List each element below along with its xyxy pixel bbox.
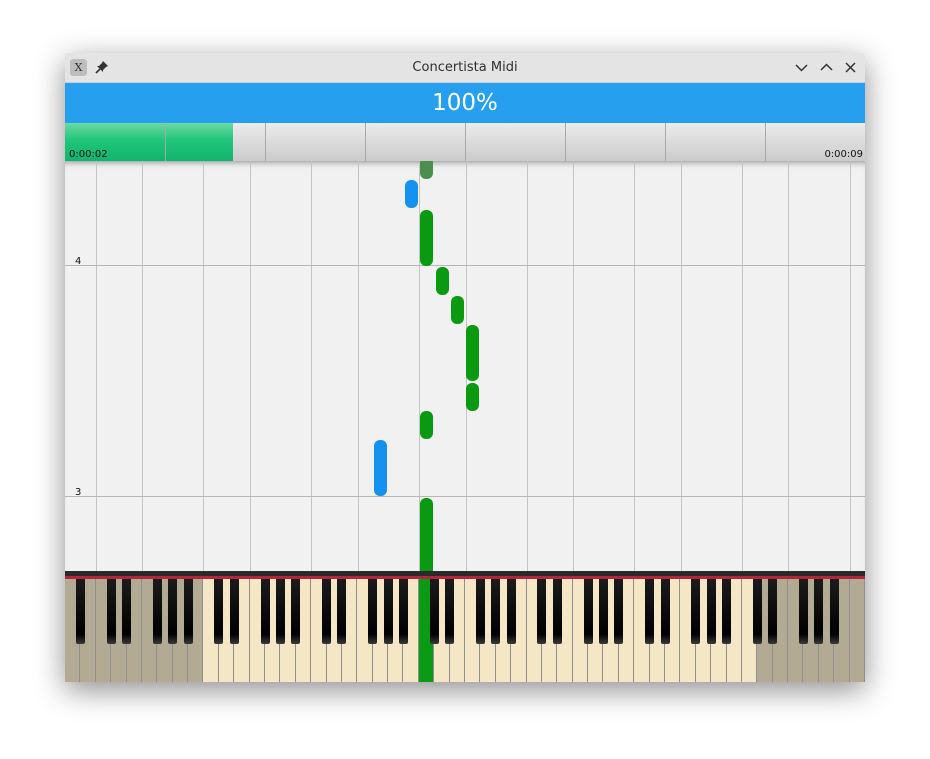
measure-line	[65, 496, 865, 497]
black-key[interactable]	[660, 579, 670, 644]
black-key[interactable]	[214, 579, 224, 644]
black-key[interactable]	[229, 579, 239, 644]
black-key[interactable]	[75, 579, 85, 644]
black-key[interactable]	[537, 579, 547, 644]
black-key[interactable]	[275, 579, 285, 644]
black-key[interactable]	[768, 579, 778, 644]
app-icon[interactable]: X	[70, 59, 87, 76]
roll-gridline	[203, 161, 204, 571]
black-key[interactable]	[260, 579, 270, 644]
black-key[interactable]	[368, 579, 378, 644]
roll-gridline	[850, 161, 851, 571]
roll-gridline	[527, 161, 528, 571]
piano-roll: 4 3	[65, 161, 865, 571]
black-key[interactable]	[445, 579, 455, 644]
black-key[interactable]	[429, 579, 439, 644]
roll-gridline	[742, 161, 743, 571]
black-key[interactable]	[106, 579, 116, 644]
progress-timeline[interactable]: 0:00:02 0:00:09	[65, 123, 865, 161]
timeline-tick	[665, 123, 666, 161]
app-window: Concertista Midi X 100% 0:00:02 0:00:09	[65, 53, 865, 682]
window-title: Concertista Midi	[412, 60, 518, 75]
measure-line	[65, 265, 865, 266]
note-right-hand	[420, 411, 433, 439]
note-right-hand	[420, 161, 433, 179]
close-icon[interactable]	[843, 60, 858, 75]
speed-indicator[interactable]: 100%	[65, 83, 865, 123]
black-key[interactable]	[475, 579, 485, 644]
black-key[interactable]	[798, 579, 808, 644]
roll-gridline	[788, 161, 789, 571]
note-left-hand	[374, 440, 387, 496]
timeline-tick	[165, 123, 166, 161]
note-right-hand	[451, 296, 464, 324]
total-time: 0:00:09	[824, 149, 863, 160]
roll-gridline	[681, 161, 682, 571]
black-key[interactable]	[183, 579, 193, 644]
black-key[interactable]	[614, 579, 624, 644]
black-key[interactable]	[168, 579, 178, 644]
pin-icon[interactable]	[95, 60, 109, 74]
note-right-hand	[436, 267, 449, 295]
title-bar: Concertista Midi X	[65, 53, 865, 83]
measure-label: 4	[75, 256, 82, 267]
black-key[interactable]	[337, 579, 347, 644]
note-right-hand	[466, 383, 479, 411]
black-key[interactable]	[152, 579, 162, 644]
black-key[interactable]	[814, 579, 824, 644]
roll-gridline	[573, 161, 574, 571]
timeline-tick	[365, 123, 366, 161]
black-key[interactable]	[752, 579, 762, 644]
black-key[interactable]	[506, 579, 516, 644]
black-key[interactable]	[322, 579, 332, 644]
timeline-tick	[565, 123, 566, 161]
measure-label: 3	[75, 487, 82, 498]
note-right-hand	[466, 325, 479, 381]
black-key[interactable]	[552, 579, 562, 644]
roll-gridline	[634, 161, 635, 571]
elapsed-time: 0:00:02	[69, 149, 108, 160]
timeline-tick	[265, 123, 266, 161]
black-key[interactable]	[598, 579, 608, 644]
note-right-hand	[420, 210, 433, 266]
black-key[interactable]	[691, 579, 701, 644]
note-right-hand	[420, 498, 433, 571]
black-key[interactable]	[645, 579, 655, 644]
minimize-icon[interactable]	[794, 60, 809, 75]
roll-gridline	[358, 161, 359, 571]
timeline-tick	[765, 123, 766, 161]
roll-gridline	[250, 161, 251, 571]
white-key[interactable]	[849, 579, 865, 682]
black-key[interactable]	[829, 579, 839, 644]
black-key[interactable]	[291, 579, 301, 644]
black-key[interactable]	[722, 579, 732, 644]
roll-gridline	[142, 161, 143, 571]
maximize-icon[interactable]	[819, 60, 834, 75]
piano-keyboard[interactable]	[65, 571, 865, 682]
black-key[interactable]	[398, 579, 408, 644]
roll-gridline	[311, 161, 312, 571]
note-left-hand	[405, 180, 418, 208]
timeline-tick	[465, 123, 466, 161]
black-key[interactable]	[706, 579, 716, 644]
black-key[interactable]	[491, 579, 501, 644]
roll-gridline	[96, 161, 97, 571]
black-key[interactable]	[383, 579, 393, 644]
black-key[interactable]	[122, 579, 132, 644]
black-key[interactable]	[583, 579, 593, 644]
